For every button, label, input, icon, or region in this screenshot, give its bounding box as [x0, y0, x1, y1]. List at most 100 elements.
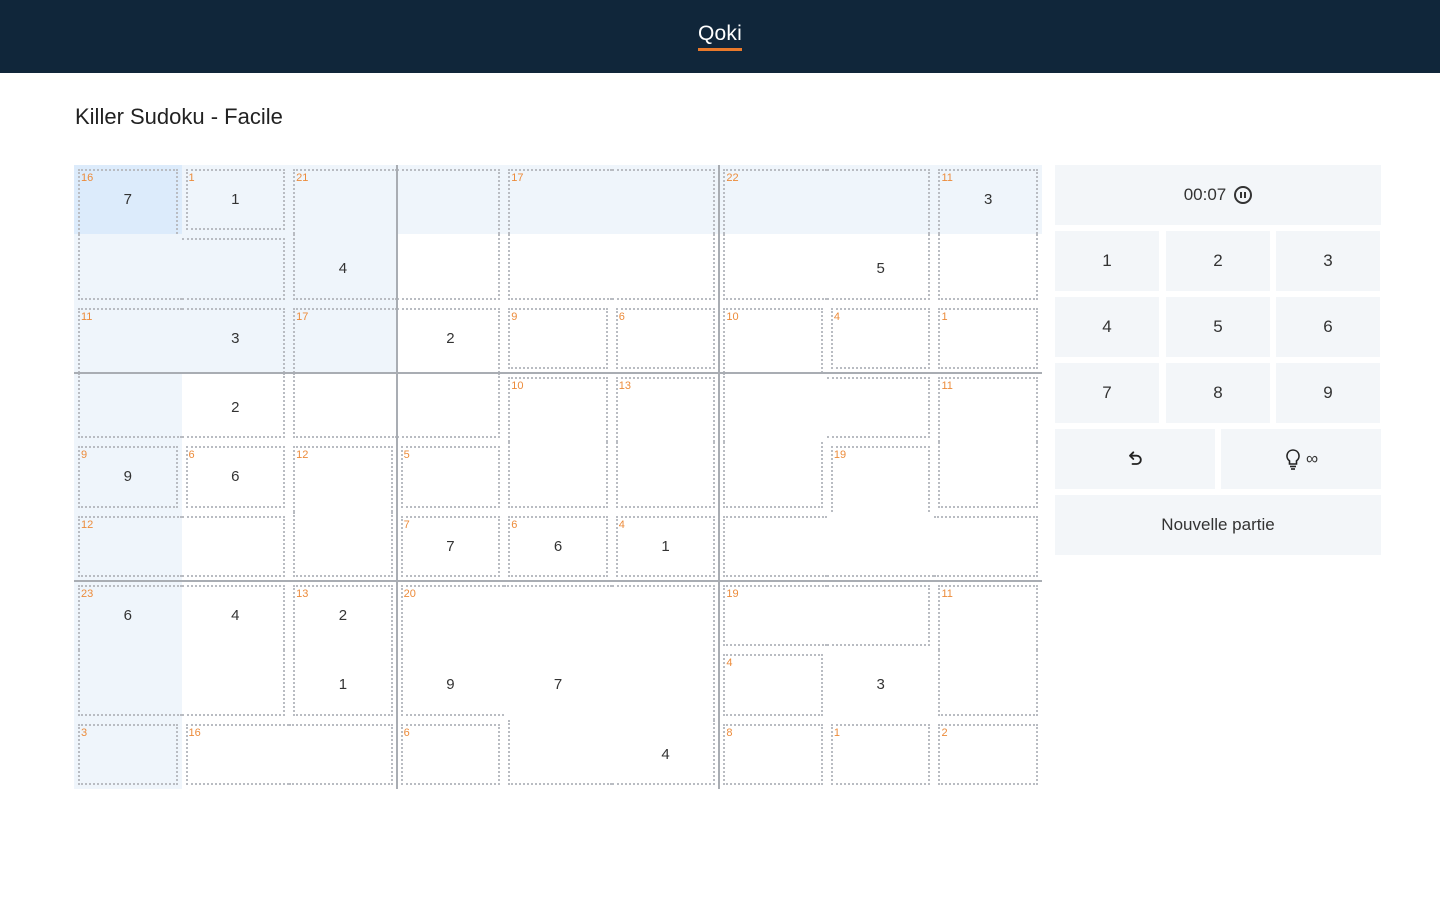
- board-cell[interactable]: [611, 581, 720, 651]
- board-cell[interactable]: [934, 511, 1042, 581]
- board-cell[interactable]: [396, 719, 505, 789]
- cell-digit: 6: [123, 607, 132, 625]
- undo-button[interactable]: [1055, 429, 1215, 489]
- board-cell[interactable]: [934, 303, 1042, 373]
- cell-digit: 7: [446, 537, 455, 555]
- board-cell[interactable]: [289, 373, 397, 443]
- cell-digit: 2: [338, 607, 348, 625]
- cage-sum: 17: [296, 310, 309, 323]
- board-cell[interactable]: 6: [504, 511, 612, 581]
- cage-sum: 17: [511, 172, 524, 184]
- hint-count: ∞: [1305, 449, 1319, 468]
- board-cell[interactable]: [504, 719, 612, 789]
- number-key-1[interactable]: 1: [1055, 231, 1159, 291]
- board-cell[interactable]: [74, 373, 182, 443]
- board-cell[interactable]: [396, 165, 505, 235]
- board-cell[interactable]: 2: [181, 373, 290, 443]
- board-cell[interactable]: [74, 719, 182, 789]
- board-cell[interactable]: 1: [289, 650, 397, 720]
- cell-digit: 9: [123, 468, 132, 486]
- new-game-button[interactable]: Nouvelle partie: [1055, 495, 1381, 555]
- number-key-8[interactable]: 8: [1166, 363, 1270, 423]
- cage-sum: 9: [81, 449, 88, 462]
- board-cell[interactable]: [611, 650, 720, 720]
- number-key-5[interactable]: 5: [1166, 297, 1270, 357]
- cage-sum: 16: [188, 726, 201, 739]
- page-title: Killer Sudoku - Facile: [75, 104, 283, 129]
- board-cell[interactable]: [934, 234, 1042, 304]
- board-cell[interactable]: 4: [289, 234, 397, 304]
- cell-digit: 1: [661, 537, 670, 555]
- number-key-4[interactable]: 4: [1055, 297, 1159, 357]
- board-cell[interactable]: 9: [74, 442, 182, 512]
- number-key-2[interactable]: 2: [1166, 231, 1270, 291]
- board-cell[interactable]: [719, 442, 827, 512]
- board-cell[interactable]: [611, 442, 720, 512]
- board-cell[interactable]: [289, 719, 397, 789]
- board-cell[interactable]: [719, 373, 827, 443]
- cage-sum: 10: [726, 310, 739, 323]
- hint-button[interactable]: ∞: [1221, 429, 1381, 489]
- pause-icon[interactable]: [1234, 186, 1253, 204]
- board-cell[interactable]: [181, 650, 290, 720]
- board-cell[interactable]: [719, 234, 827, 304]
- board-cell[interactable]: [504, 442, 612, 512]
- number-key-6[interactable]: 6: [1276, 297, 1380, 357]
- board-cell[interactable]: 5: [826, 234, 935, 304]
- board-cell[interactable]: [934, 719, 1042, 789]
- cell-digit: 4: [231, 607, 240, 625]
- board-cell[interactable]: 1: [611, 511, 720, 581]
- board-cell[interactable]: 6: [181, 442, 290, 512]
- board-cell[interactable]: [396, 442, 505, 512]
- board-cell[interactable]: 2: [396, 303, 505, 373]
- cell-digit: 6: [553, 537, 563, 555]
- board-cell[interactable]: [934, 442, 1042, 512]
- board-cell[interactable]: [289, 511, 397, 581]
- board-cell[interactable]: [504, 581, 612, 651]
- board-cell[interactable]: [719, 719, 827, 789]
- number-key-3[interactable]: 3: [1276, 231, 1380, 291]
- board-cell[interactable]: [826, 303, 935, 373]
- board-cell[interactable]: 3: [181, 303, 290, 373]
- board-cell[interactable]: [611, 165, 720, 235]
- board-cell[interactable]: [719, 511, 827, 581]
- top-bar: Qoki: [0, 0, 1440, 73]
- board-cell[interactable]: [74, 650, 182, 720]
- board-cell[interactable]: [504, 234, 612, 304]
- board-cell[interactable]: [611, 303, 720, 373]
- board-cell[interactable]: [74, 234, 182, 304]
- cage-sum: 7: [403, 518, 410, 531]
- number-key-9[interactable]: 9: [1276, 363, 1380, 423]
- timer-value: 00:07: [1183, 185, 1227, 204]
- board-cell[interactable]: [826, 373, 935, 443]
- cage-sum: 9: [511, 310, 518, 323]
- brand-logo[interactable]: Qoki: [698, 22, 742, 51]
- board-cell[interactable]: 3: [826, 650, 935, 720]
- board-cell[interactable]: [181, 234, 290, 304]
- cage-sum: 6: [618, 310, 625, 323]
- board-cell[interactable]: 7: [504, 650, 612, 720]
- board-cell[interactable]: [719, 650, 827, 720]
- cell-digit: 1: [231, 191, 240, 209]
- cage-sum: 4: [726, 657, 733, 670]
- board-cell[interactable]: [504, 303, 612, 373]
- board-cell[interactable]: [611, 234, 720, 304]
- board-cell[interactable]: 1: [181, 165, 290, 235]
- board-cell[interactable]: [826, 511, 935, 581]
- number-key-7[interactable]: 7: [1055, 363, 1159, 423]
- cage-sum: 8: [726, 726, 733, 739]
- board-cell[interactable]: [826, 165, 935, 235]
- cage-sum: 4: [618, 518, 625, 531]
- board-cell[interactable]: 4: [181, 581, 290, 651]
- board-cell[interactable]: [396, 373, 505, 443]
- board-cell[interactable]: 9: [396, 650, 505, 720]
- board-cell[interactable]: [826, 719, 935, 789]
- board-cell[interactable]: 4: [611, 719, 720, 789]
- board-cell[interactable]: [826, 581, 935, 651]
- board-cell[interactable]: [181, 511, 290, 581]
- board-cell[interactable]: [934, 650, 1042, 720]
- cell-digit: 7: [553, 676, 563, 694]
- board-cell[interactable]: [396, 234, 505, 304]
- board-cell[interactable]: 7: [396, 511, 505, 581]
- cage-sum: 20: [403, 588, 416, 600]
